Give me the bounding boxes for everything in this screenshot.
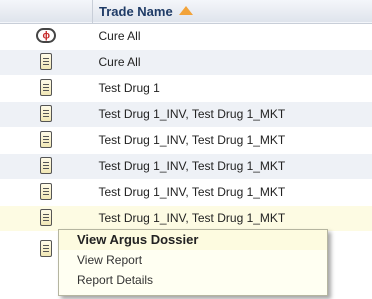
- row-icon-cell: [0, 101, 93, 127]
- document-icon[interactable]: [40, 131, 53, 149]
- table-row[interactable]: Test Drug 1: [0, 75, 372, 101]
- row-icon-cell: [0, 49, 93, 75]
- document-icon[interactable]: [40, 157, 53, 175]
- row-icon-cell: [0, 205, 93, 231]
- row-icon-cell: ϕ: [0, 23, 93, 49]
- table-row[interactable]: Test Drug 1_INV, Test Drug 1_MKT: [0, 153, 372, 179]
- table-row[interactable]: Cure All: [0, 49, 372, 75]
- row-icon-cell: [0, 75, 93, 101]
- menu-item-view-argus-dossier[interactable]: View Argus Dossier: [59, 230, 327, 250]
- trade-name-cell: Test Drug 1_INV, Test Drug 1_MKT: [98, 133, 286, 147]
- document-icon[interactable]: [40, 79, 53, 97]
- table-row-selected[interactable]: Test Drug 1_INV, Test Drug 1_MKT: [0, 205, 372, 231]
- document-icon[interactable]: [40, 53, 53, 71]
- document-icon[interactable]: [40, 240, 52, 258]
- trade-name-cell: Test Drug 1_INV, Test Drug 1_MKT: [98, 159, 286, 173]
- row-icon-cell: [0, 153, 93, 179]
- context-menu: View Argus Dossier View Report Report De…: [58, 229, 328, 296]
- trade-name-column-header[interactable]: Trade Name: [93, 0, 372, 23]
- trade-name-cell: Cure All: [98, 55, 141, 69]
- sort-ascending-icon[interactable]: [178, 5, 193, 15]
- document-icon[interactable]: [40, 105, 53, 123]
- trade-name-cell: Cure All: [98, 29, 141, 43]
- trade-name-grid: Trade Name ϕ Cure All Cure All Test Drug…: [0, 0, 372, 232]
- table-row[interactable]: Test Drug 1_INV, Test Drug 1_MKT: [0, 179, 372, 205]
- table-row[interactable]: Test Drug 1_INV, Test Drug 1_MKT: [0, 101, 372, 127]
- trade-name-cell: Test Drug 1_INV, Test Drug 1_MKT: [98, 107, 286, 121]
- menu-item-view-report[interactable]: View Report: [59, 250, 327, 270]
- pill-icon[interactable]: ϕ: [36, 28, 57, 44]
- table-row[interactable]: ϕ Cure All: [0, 23, 372, 49]
- trade-name-cell: Test Drug 1_INV, Test Drug 1_MKT: [98, 211, 286, 225]
- grid-header: Trade Name: [0, 0, 372, 23]
- row-icon-cell: [0, 127, 93, 153]
- row-icon-cell: [0, 179, 93, 205]
- trade-name-cell: Test Drug 1_INV, Test Drug 1_MKT: [98, 185, 286, 199]
- pill-glyph: ϕ: [42, 30, 51, 42]
- row-icon-cell-partial: [40, 240, 54, 262]
- document-icon[interactable]: [40, 209, 53, 227]
- table-row[interactable]: Test Drug 1_INV, Test Drug 1_MKT: [0, 127, 372, 153]
- menu-item-report-details[interactable]: Report Details: [59, 270, 327, 290]
- document-icon[interactable]: [40, 183, 53, 201]
- trade-name-header-label: Trade Name: [99, 3, 173, 19]
- trade-name-cell: Test Drug 1: [98, 81, 160, 95]
- icon-column-header: [0, 0, 93, 23]
